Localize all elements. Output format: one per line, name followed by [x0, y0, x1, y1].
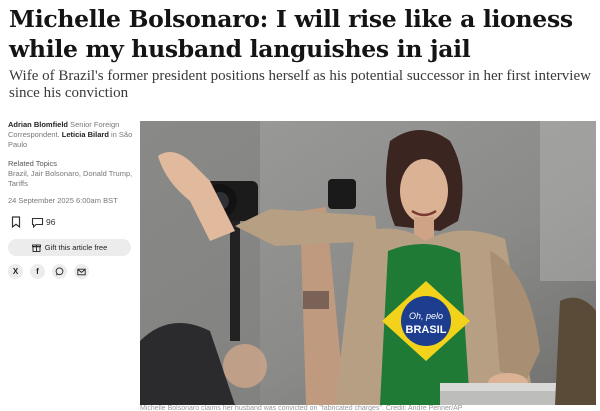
email-icon: [77, 268, 86, 275]
comments-button[interactable]: 96: [31, 217, 55, 228]
bookmark-icon: [11, 216, 21, 228]
shirt-text-line1: Oh, pelo: [409, 311, 443, 321]
bookmark-button[interactable]: [8, 214, 24, 230]
x-icon: X: [12, 267, 19, 276]
article-headline: Michelle Bolsonaro: I will rise like a l…: [9, 5, 573, 63]
author-link-1[interactable]: Adrian Blomfield: [8, 120, 68, 129]
facebook-icon: f: [36, 267, 39, 276]
related-topics-heading: Related Topics: [8, 159, 58, 168]
share-buttons: X f: [8, 264, 136, 279]
shirt-text-line2: BRASIL: [406, 324, 447, 336]
comment-icon: [31, 217, 44, 228]
gift-icon: [31, 244, 41, 252]
author-link-2[interactable]: Leticia Bilard: [62, 130, 109, 139]
related-topics-list[interactable]: Brazil, Jair Bolsonaro, Donald Trump, Ta…: [8, 169, 136, 189]
article-actions: 96: [8, 214, 136, 230]
share-email-button[interactable]: [74, 264, 89, 279]
lead-photo-illustration: Oh, pelo BRASIL: [140, 121, 596, 405]
gift-article-button[interactable]: Gift this article free: [8, 239, 131, 256]
whatsapp-icon: [55, 267, 64, 276]
lead-photo: Oh, pelo BRASIL: [140, 121, 596, 405]
gift-label: Gift this article free: [44, 243, 108, 252]
share-whatsapp-button[interactable]: [52, 264, 67, 279]
share-facebook-button[interactable]: f: [30, 264, 45, 279]
article-standfirst: Wife of Brazil's former president positi…: [9, 68, 591, 101]
article-meta-sidebar: Adrian Blomfield Senior Foreign Correspo…: [8, 120, 136, 279]
publish-date: 24 September 2025 6:00am BST: [8, 196, 118, 205]
byline: Adrian Blomfield Senior Foreign Correspo…: [8, 120, 136, 150]
share-x-button[interactable]: X: [8, 264, 23, 279]
comment-count: 96: [46, 217, 56, 227]
photo-caption: Michelle Bolsonaro claims her husband wa…: [140, 405, 463, 411]
